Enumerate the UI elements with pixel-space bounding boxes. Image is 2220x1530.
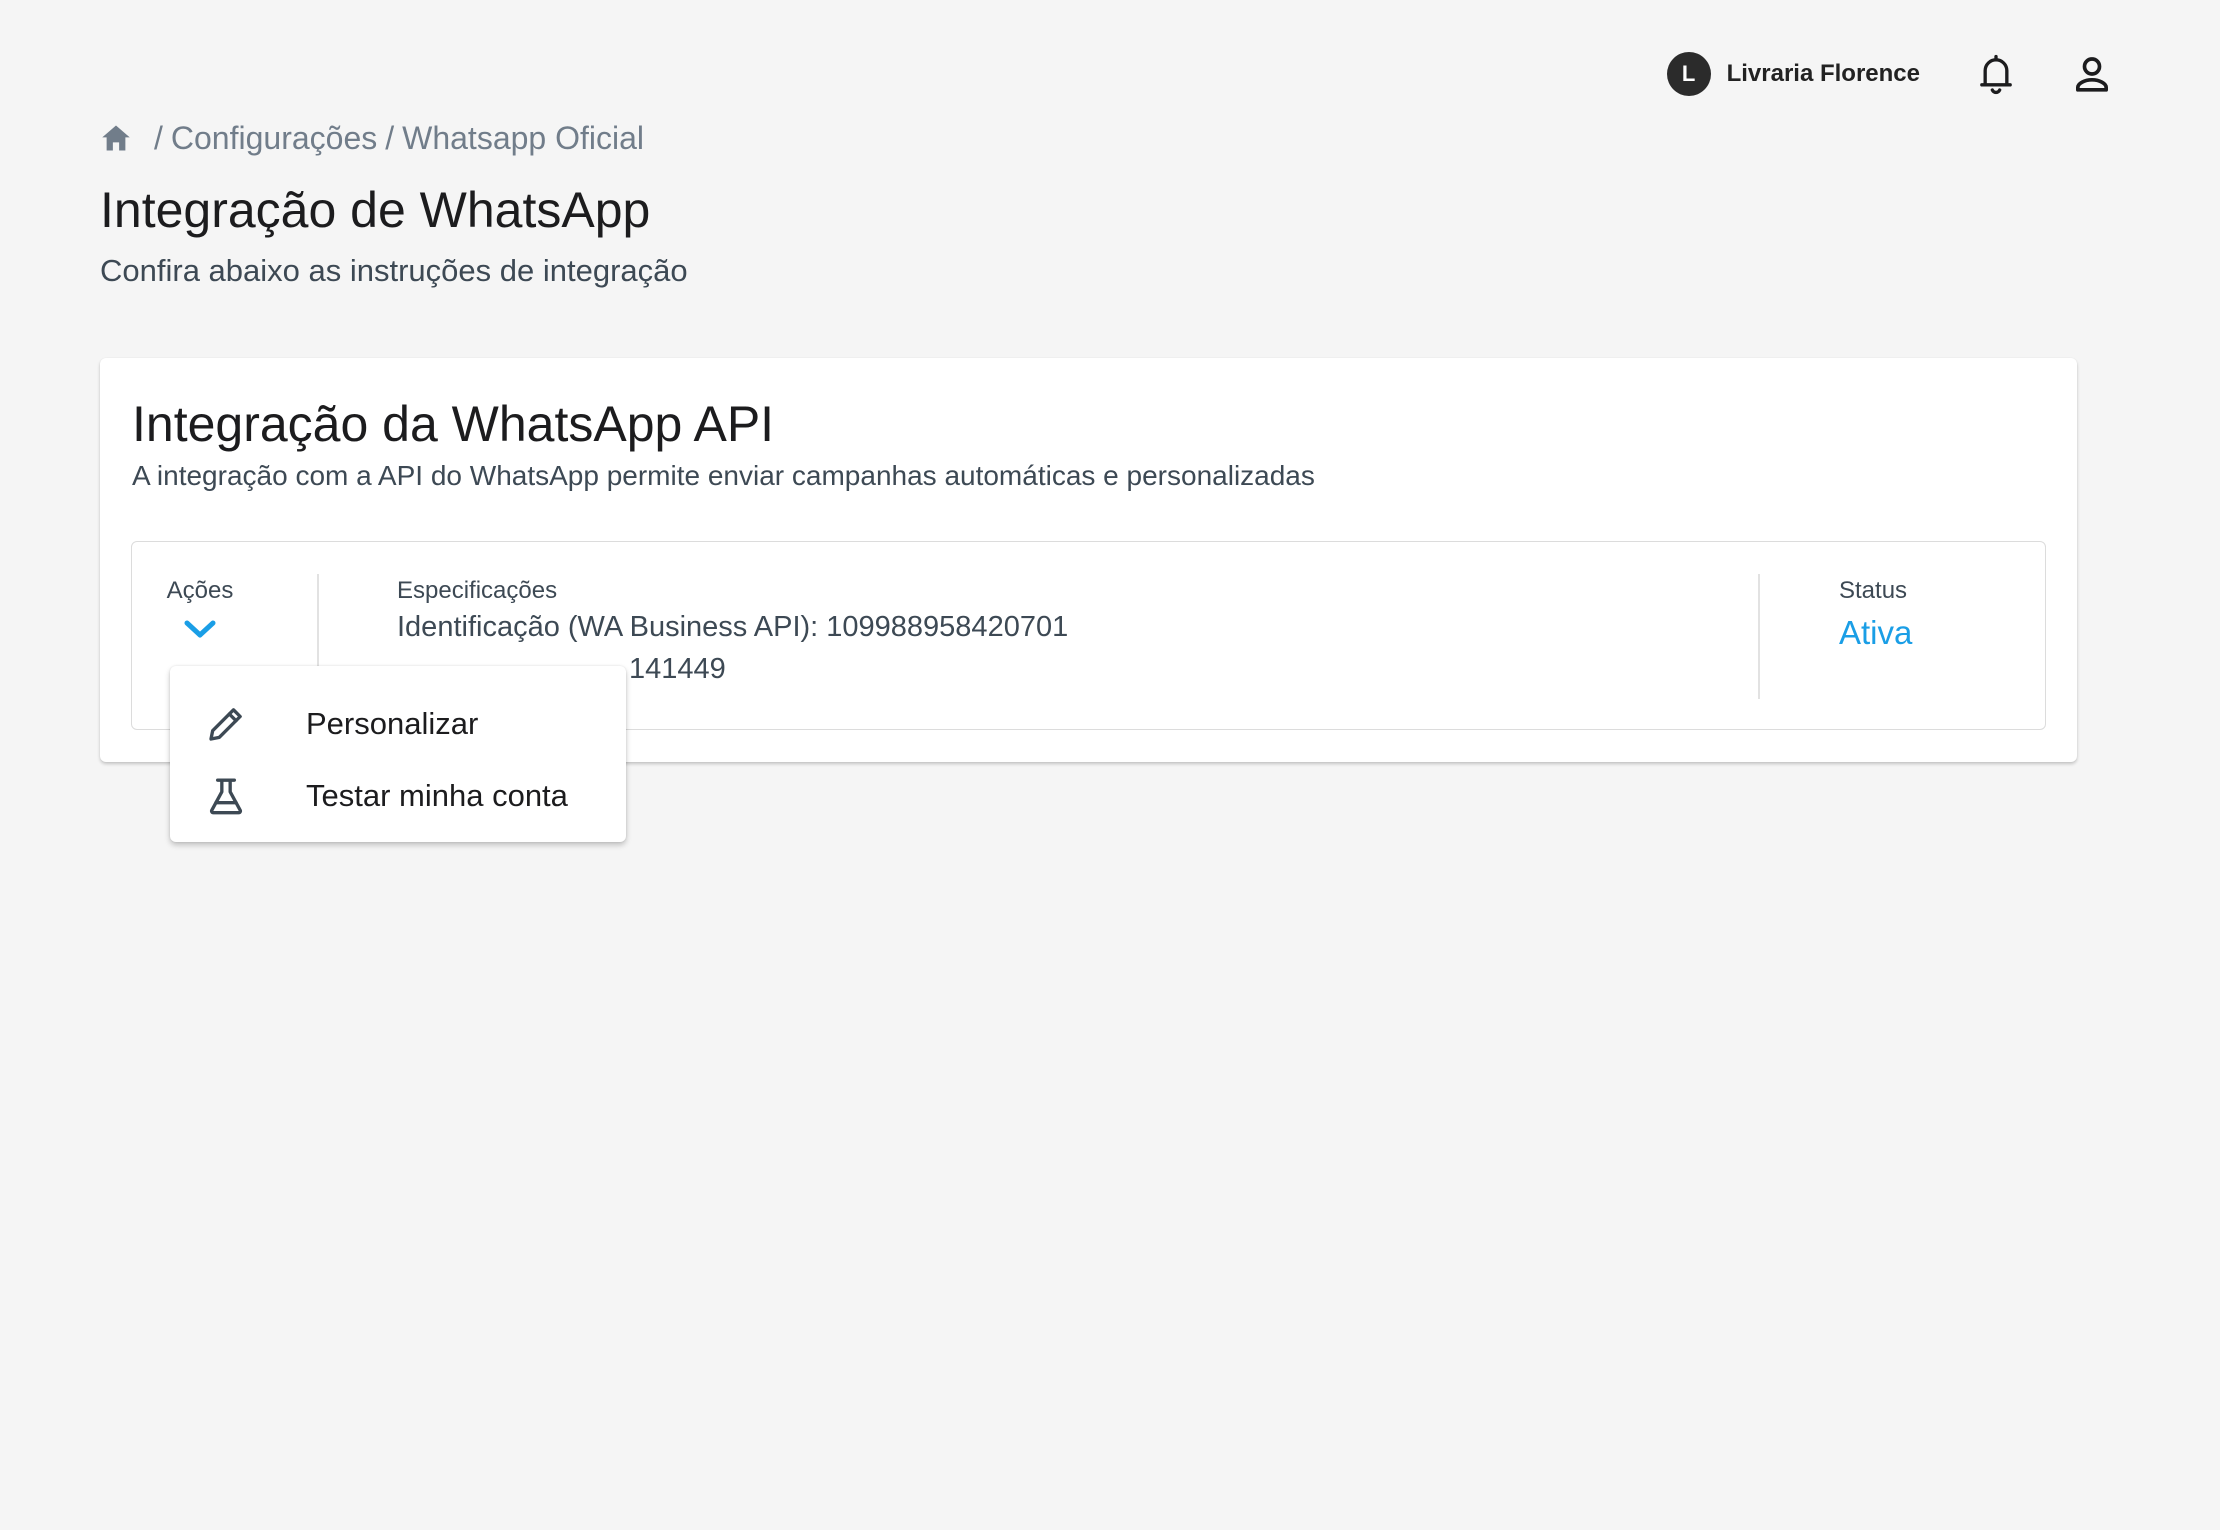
notifications-button[interactable]	[1972, 50, 2020, 98]
column-divider	[1758, 574, 1760, 699]
pencil-icon	[209, 708, 242, 741]
breadcrumb-home[interactable]	[100, 122, 132, 154]
breadcrumb: / Configurações / Whatsapp Oficial	[100, 118, 644, 158]
card-description: A integração com a API do WhatsApp permi…	[132, 460, 1315, 491]
breadcrumb-configuracoes[interactable]: Configurações	[171, 120, 377, 157]
status-badge: Ativa	[1839, 614, 1913, 651]
chevron-down-icon	[184, 620, 216, 638]
user-icon	[2076, 57, 2108, 92]
card-title: Integração da WhatsApp API	[132, 396, 775, 452]
menu-item-label: Testar minha conta	[306, 778, 568, 813]
status-column: Status Ativa	[1839, 576, 1912, 654]
account-name: Livraria Florence	[1726, 60, 1920, 87]
actions-column: Ações	[164, 576, 236, 640]
account-avatar: L	[1666, 52, 1711, 96]
spec-line: Identificação (WA Business API): 1099889…	[397, 611, 1069, 643]
menu-item-label: Personalizar	[306, 706, 479, 741]
breadcrumb-separator: /	[385, 119, 395, 156]
profile-button[interactable]	[2068, 50, 2116, 98]
actions-toggle[interactable]	[164, 618, 236, 640]
breadcrumb-whatsapp-oficial[interactable]: Whatsapp Oficial	[402, 120, 644, 157]
flask-icon	[209, 778, 243, 815]
specs-label: Especificações	[397, 577, 558, 604]
breadcrumb-separator: /	[154, 119, 163, 156]
menu-item-testar-conta[interactable]: Testar minha conta	[170, 760, 626, 832]
top-bar: L Livraria Florence	[1666, 48, 2116, 100]
page-title: Integração de WhatsApp	[100, 182, 651, 238]
menu-item-personalizar[interactable]: Personalizar	[170, 688, 626, 760]
status-label: Status	[1839, 577, 1908, 604]
home-icon	[102, 125, 130, 151]
page-subtitle: Confira abaixo as instruções de integraç…	[100, 253, 688, 288]
account-switcher[interactable]: L Livraria Florence	[1666, 52, 1920, 96]
bell-icon	[1980, 54, 2012, 95]
actions-label: Ações	[166, 577, 234, 604]
actions-menu: Personalizar Testar minha conta	[170, 666, 626, 842]
